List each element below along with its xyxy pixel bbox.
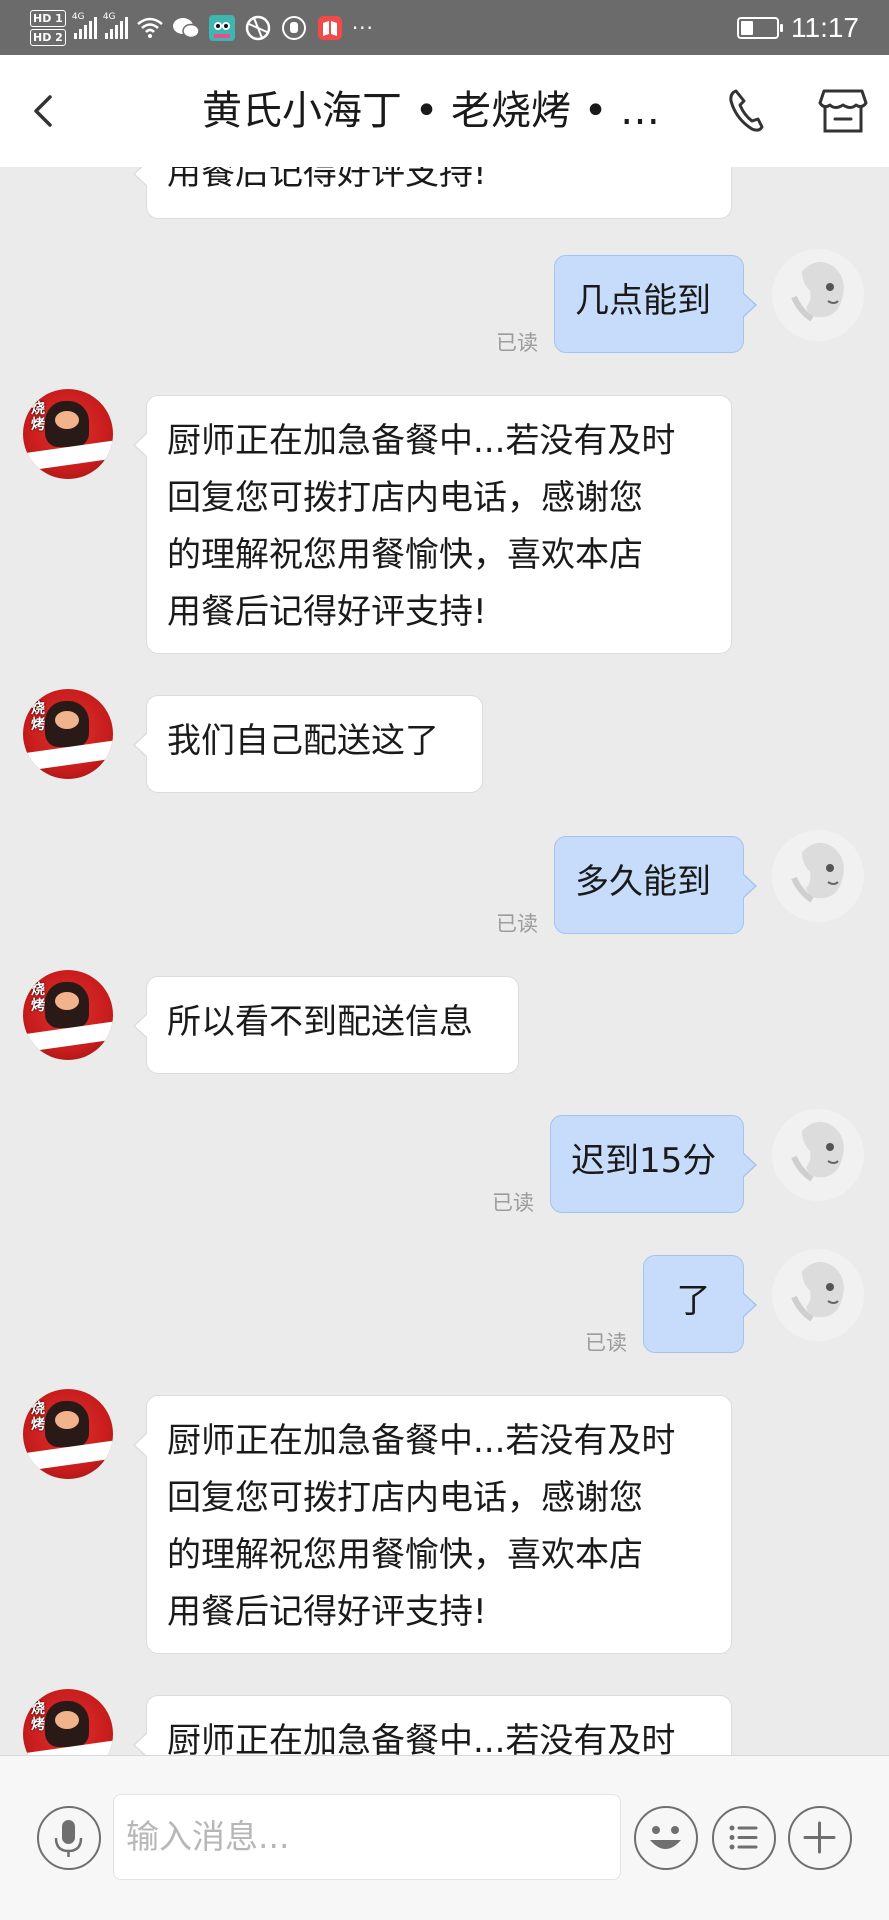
more-notifications: ··· bbox=[351, 16, 374, 40]
user-avatar[interactable] bbox=[772, 249, 864, 341]
input-bar: 输入消息... bbox=[0, 1755, 889, 1920]
chat-title: 黄氏小海丁 • 老烧烤 • … bbox=[202, 88, 661, 134]
read-status: 已读 bbox=[496, 331, 538, 355]
clock: 11:17 bbox=[791, 12, 859, 43]
emoji-icon[interactable] bbox=[634, 1806, 698, 1870]
signal-2-icon: 4G bbox=[103, 12, 128, 39]
status-bar: HD 1 HD 2 4G 4G ··· 11:17 bbox=[0, 0, 889, 55]
hd1-indicator: HD 1 bbox=[30, 10, 66, 27]
message-bubble-outgoing: 了 bbox=[643, 1255, 757, 1353]
message-bubble-incoming: 厨师正在加急备餐中...若没有及时 回复您可拨打店内电话，感谢您 的理解祝您用餐… bbox=[133, 395, 732, 654]
shop-icon[interactable] bbox=[816, 85, 870, 137]
chat-header: 黄氏小海丁 • 老烧烤 • … bbox=[0, 55, 889, 167]
list-icon[interactable] bbox=[712, 1806, 776, 1870]
message-bubble-incoming: 用餐后记得好评支持! bbox=[133, 167, 732, 219]
book-icon bbox=[316, 14, 344, 42]
read-status: 已读 bbox=[492, 1191, 534, 1215]
shop-avatar[interactable]: 烧烤 bbox=[23, 1389, 113, 1479]
back-arrow-icon[interactable] bbox=[28, 87, 68, 135]
message-bubble-incoming: 所以看不到配送信息 bbox=[133, 976, 519, 1074]
microphone-icon[interactable] bbox=[37, 1806, 101, 1870]
message-bubble-outgoing: 迟到15分 bbox=[550, 1115, 757, 1213]
user-avatar[interactable] bbox=[772, 830, 864, 922]
hd2-indicator: HD 2 bbox=[30, 29, 66, 46]
message-bubble-incoming: 厨师正在加急备餐中...若没有及时 bbox=[133, 1695, 732, 1755]
user-avatar[interactable] bbox=[772, 1109, 864, 1201]
phone-icon[interactable] bbox=[722, 85, 774, 137]
message-bubble-incoming: 厨师正在加急备餐中...若没有及时 回复您可拨打店内电话，感谢您 的理解祝您用餐… bbox=[133, 1395, 732, 1654]
message-list[interactable]: 用餐后记得好评支持! 几点能到 已读 烧烤 厨师正在加急备餐中...若没有及时 … bbox=[0, 167, 889, 1755]
wechat-icon bbox=[172, 14, 200, 42]
read-status: 已读 bbox=[585, 1331, 627, 1355]
wifi-icon bbox=[136, 14, 164, 42]
browser-icon bbox=[244, 14, 272, 42]
shop-avatar[interactable]: 烧烤 bbox=[23, 389, 113, 479]
message-bubble-incoming: 我们自己配送这了 bbox=[133, 695, 483, 793]
app-notification-icon bbox=[208, 14, 236, 42]
shop-avatar[interactable]: 烧烤 bbox=[23, 689, 113, 779]
shop-avatar[interactable]: 烧烤 bbox=[23, 970, 113, 1060]
hand-icon bbox=[280, 14, 308, 42]
user-avatar[interactable] bbox=[772, 1249, 864, 1341]
signal-1-icon: 4G bbox=[72, 12, 97, 39]
message-bubble-outgoing: 几点能到 bbox=[554, 255, 757, 353]
read-status: 已读 bbox=[496, 912, 538, 936]
message-input[interactable]: 输入消息... bbox=[113, 1794, 621, 1880]
shop-avatar[interactable]: 烧烤 bbox=[23, 1689, 113, 1755]
plus-icon[interactable] bbox=[788, 1806, 852, 1870]
message-bubble-outgoing: 多久能到 bbox=[554, 836, 757, 934]
battery-icon bbox=[737, 17, 783, 39]
